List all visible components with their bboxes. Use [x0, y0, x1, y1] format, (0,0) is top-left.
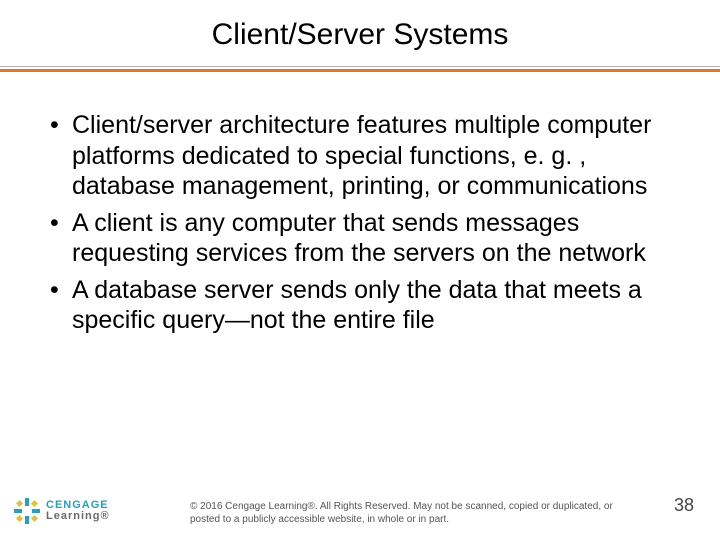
footer: CENGAGE Learning® © 2016 Cengage Learnin…: [0, 478, 720, 530]
title-area: Client/Server Systems: [0, 0, 720, 52]
logo-text: CENGAGE Learning®: [46, 500, 110, 522]
copyright-text: © 2016 Cengage Learning®. All Rights Res…: [190, 500, 620, 526]
logo-icon: [14, 498, 40, 524]
list-item: A database server sends only the data th…: [48, 275, 672, 336]
publisher-logo: CENGAGE Learning®: [14, 498, 110, 524]
page-number: 38: [674, 495, 694, 516]
slide: Client/Server Systems Client/server arch…: [0, 0, 720, 540]
divider-accent: [0, 69, 720, 72]
page-title: Client/Server Systems: [0, 18, 720, 52]
content-area: Client/server architecture features mult…: [0, 72, 720, 336]
list-item: Client/server architecture features mult…: [48, 110, 672, 202]
bullet-list: Client/server architecture features mult…: [48, 110, 672, 336]
logo-line2: Learning®: [46, 511, 110, 522]
divider: [0, 66, 720, 72]
list-item: A client is any computer that sends mess…: [48, 208, 672, 269]
divider-thin: [0, 66, 720, 67]
